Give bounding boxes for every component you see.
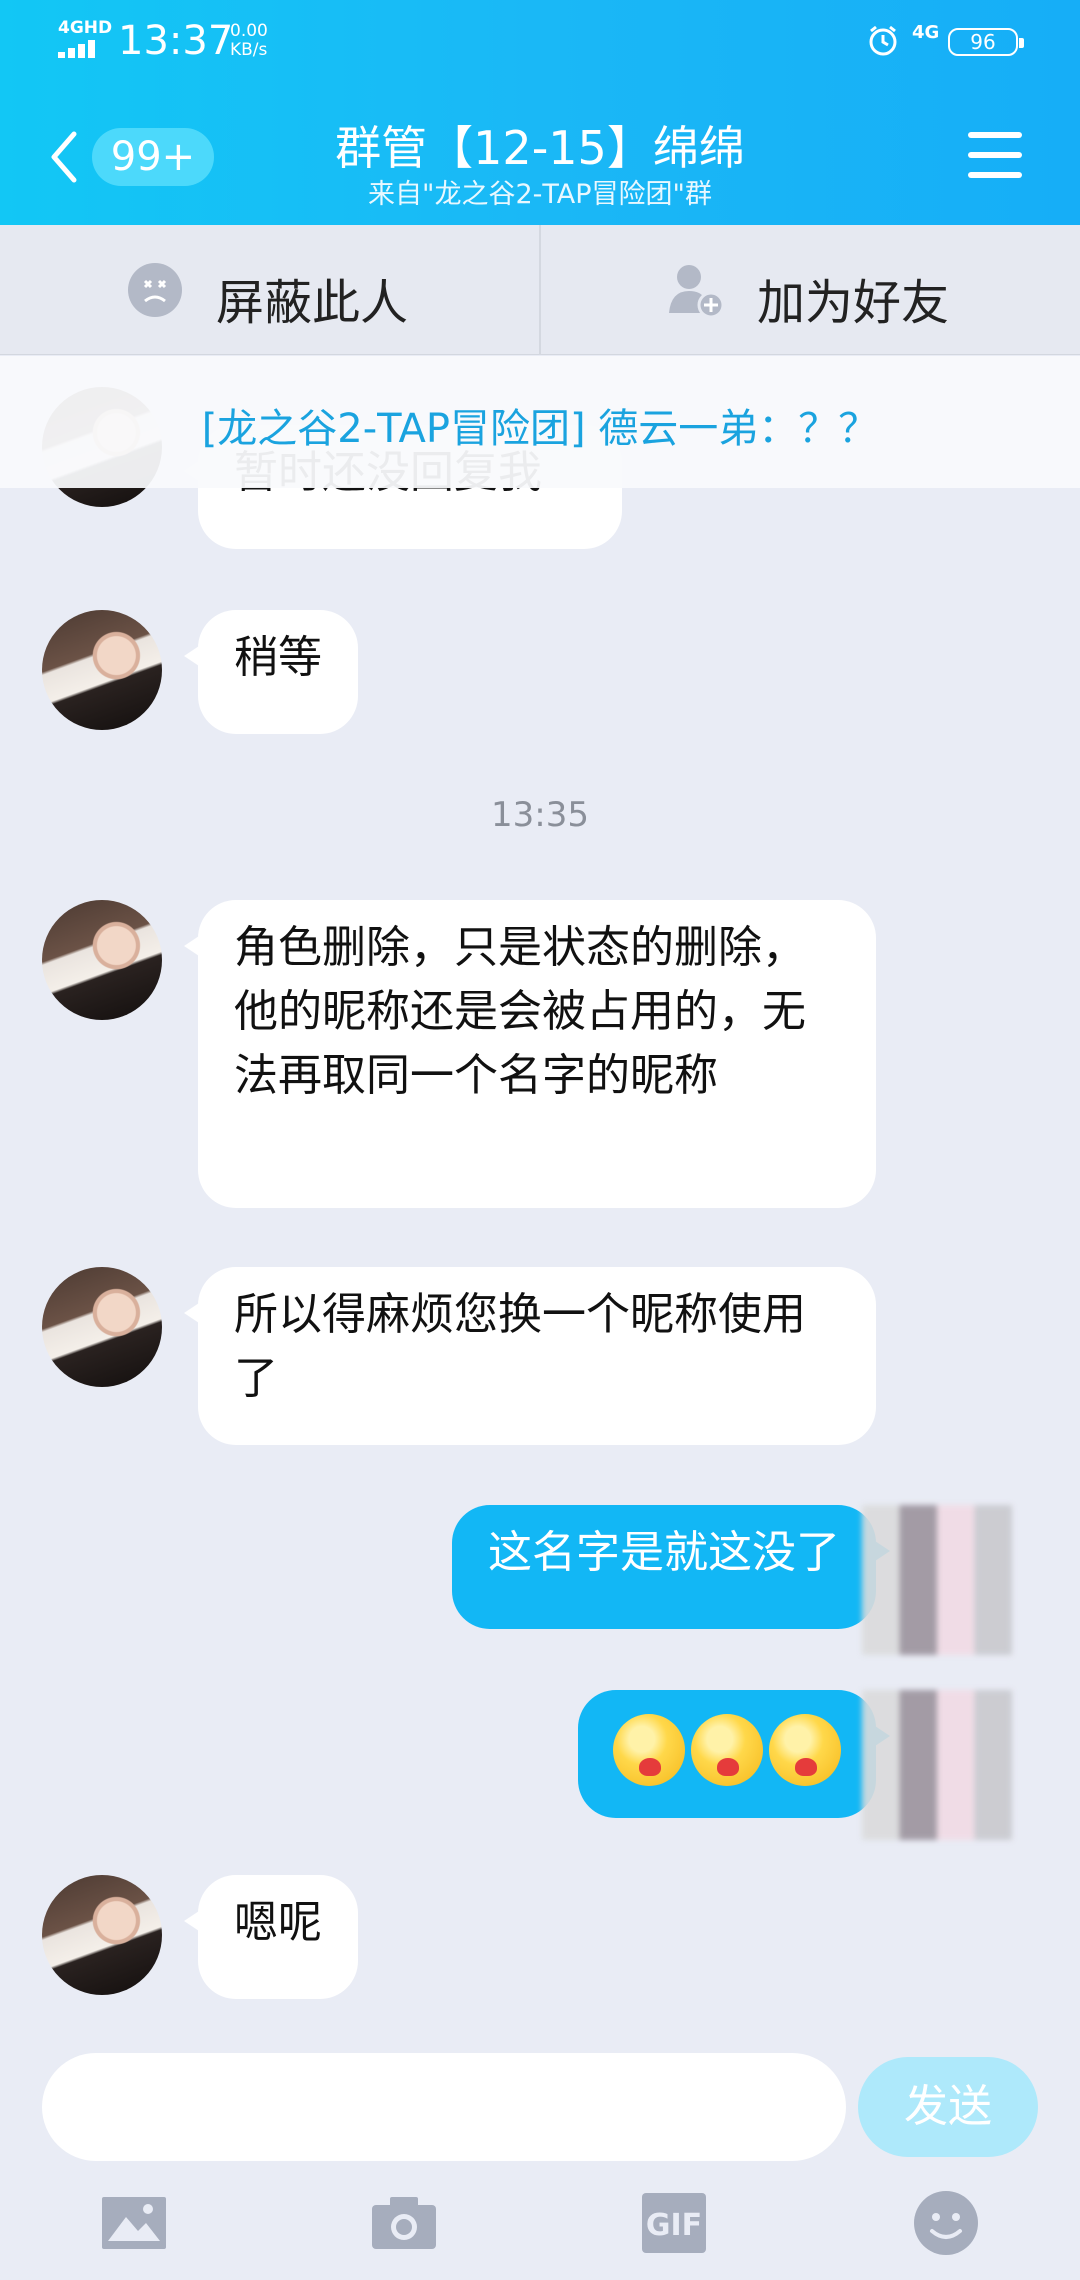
emoji-icon — [769, 1714, 841, 1786]
send-button[interactable]: 发送 — [858, 2057, 1038, 2157]
input-area: 发送 GIF — [0, 2035, 1080, 2280]
incoming-message[interactable]: 嗯呢 — [184, 1875, 358, 1999]
add-friend-icon — [669, 265, 725, 319]
unread-badge[interactable]: 99+ — [92, 128, 214, 186]
add-friend-label: 加为好友 — [757, 275, 950, 331]
gif-icon[interactable]: GIF — [638, 2187, 710, 2259]
self-avatar[interactable] — [862, 1690, 1012, 1840]
incoming-message[interactable]: 角色删除，只是状态的删除，他的昵称还是会被占用的，无法再取同一个名字的昵称 — [184, 900, 876, 1208]
status-bar: 4GHD 13:37 0.00 KB/s 4G 96 — [0, 0, 1080, 84]
back-button[interactable] — [48, 130, 78, 184]
chat-subtitle: 来自"龙之谷2-TAP冒险团"群 — [368, 179, 712, 210]
image-icon[interactable] — [98, 2187, 170, 2259]
message-input[interactable] — [42, 2053, 846, 2161]
block-user-button[interactable]: 屏蔽此人 — [0, 225, 539, 355]
battery-indicator: 96 — [948, 28, 1024, 56]
chat-title: 群管【12-15】绵绵 — [335, 121, 745, 175]
add-friend-button[interactable]: 加为好友 — [541, 225, 1080, 355]
menu-button[interactable] — [968, 132, 1022, 178]
message-text: 嗯呢 — [234, 1897, 322, 1948]
title-bar: 4GHD 13:37 0.00 KB/s 4G 96 99+ 群管【12-15】… — [0, 0, 1080, 225]
block-icon — [128, 263, 182, 317]
emoji-icon[interactable] — [910, 2187, 982, 2259]
self-avatar[interactable] — [862, 1505, 1012, 1655]
camera-icon[interactable] — [368, 2187, 440, 2259]
message-list[interactable]: 暂时还没回复我 稍等 13:35 角色删除，只是状态的删除，他的昵称还是会被占用… — [0, 355, 1080, 2035]
outgoing-message[interactable]: 这名字是就这没了 — [452, 1505, 890, 1629]
emoji-icon — [691, 1714, 763, 1786]
speed-unit: KB/s — [230, 40, 268, 60]
contact-avatar[interactable] — [42, 610, 162, 730]
network-right: 4G — [912, 22, 940, 43]
notification-banner[interactable]: [龙之谷2-TAP冒险团] 德云一弟：？？ — [0, 356, 1080, 488]
network-speed: 0.00 KB/s — [230, 22, 268, 60]
block-user-label: 屏蔽此人 — [216, 275, 409, 331]
emoji-icon — [613, 1714, 685, 1786]
message-text: 稍等 — [234, 632, 322, 683]
clock: 13:37 — [118, 18, 234, 64]
contact-avatar[interactable] — [42, 900, 162, 1020]
action-bar: 屏蔽此人 加为好友 — [0, 225, 1080, 355]
message-text: 角色删除，只是状态的删除，他的昵称还是会被占用的，无法再取同一个名字的昵称 — [234, 922, 806, 1101]
svg-text:GIF: GIF — [646, 2208, 702, 2243]
signal-icon — [58, 38, 104, 58]
message-text: 所以得麻烦您换一个昵称使用了 — [234, 1289, 806, 1404]
message-text: 这名字是就这没了 — [488, 1527, 840, 1578]
contact-avatar[interactable] — [42, 1267, 162, 1387]
message-timestamp: 13:35 — [491, 795, 589, 835]
incoming-message[interactable]: 稍等 — [184, 610, 358, 734]
network-type: 4GHD — [58, 18, 113, 38]
speed-value: 0.00 — [230, 21, 268, 41]
alarm-icon — [869, 25, 897, 56]
contact-avatar[interactable] — [42, 1875, 162, 1995]
incoming-message[interactable]: 所以得麻烦您换一个昵称使用了 — [184, 1267, 876, 1445]
banner-text: [龙之谷2-TAP冒险团] 德云一弟：？？ — [201, 406, 879, 452]
outgoing-message[interactable] — [578, 1690, 890, 1818]
